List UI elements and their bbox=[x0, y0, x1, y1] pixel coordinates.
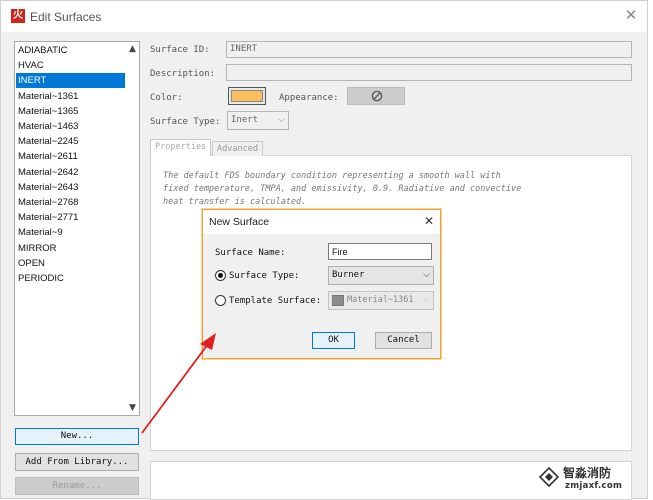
surface-list-item[interactable]: OPEN bbox=[16, 256, 125, 271]
surface-list-item[interactable]: Material~2611 bbox=[16, 149, 125, 164]
surface-id-label: Surface ID: bbox=[150, 45, 210, 55]
window-title: Edit Surfaces bbox=[30, 10, 102, 24]
ok-button[interactable]: OK bbox=[312, 332, 355, 349]
chevron-down-icon: ⌵ bbox=[423, 270, 430, 280]
color-label: Color: bbox=[150, 93, 183, 103]
surface-list-item[interactable]: Material~1365 bbox=[16, 104, 125, 119]
surface-name-label: Surface Name: bbox=[215, 248, 286, 258]
close-icon[interactable]: ✕ bbox=[623, 7, 639, 23]
chevron-down-icon: ⌵ bbox=[278, 115, 285, 125]
surface-list-item[interactable]: ADIABATIC bbox=[16, 43, 125, 58]
surface-list[interactable]: ▲ ▼ ADIABATIC HVAC INERT Material~1361 Mater… bbox=[14, 41, 140, 416]
surface-list-item[interactable]: Material~2643 bbox=[16, 180, 125, 195]
new-surface-dialog: New Surface ✕ Surface Name: Surface Type… bbox=[202, 209, 441, 359]
title-bar: 火 Edit Surfaces ✕ bbox=[1, 1, 647, 32]
add-from-library-button[interactable]: Add From Library... bbox=[15, 453, 139, 471]
rename-button[interactable]: Rename... bbox=[15, 477, 139, 495]
surface-list-item[interactable]: Material~9 bbox=[16, 225, 125, 240]
template-color-swatch bbox=[332, 295, 344, 306]
surface-list-item[interactable]: Material~2771 bbox=[16, 210, 125, 225]
chevron-down-icon: ⌵ bbox=[423, 295, 430, 305]
description-label: Description: bbox=[150, 69, 216, 79]
surface-list-item[interactable]: Material~1361 bbox=[16, 89, 125, 104]
dialog-surface-type-value: Burner bbox=[332, 270, 365, 280]
surface-list-item[interactable]: Material~1463 bbox=[16, 119, 125, 134]
app-icon: 火 bbox=[11, 9, 25, 23]
dialog-surface-type-select[interactable]: Burner ⌵ bbox=[328, 266, 434, 285]
surface-type-value: Inert bbox=[231, 115, 259, 125]
watermark-site: zmjaxf.com bbox=[565, 481, 623, 491]
surface-list-item[interactable]: HVAC bbox=[16, 58, 125, 73]
surface-list-item[interactable]: MIRROR bbox=[16, 241, 125, 256]
watermark: 智淼消防 zmjaxf.com bbox=[538, 464, 650, 494]
color-fill bbox=[231, 90, 263, 102]
template-surface-radio[interactable] bbox=[215, 295, 226, 306]
template-surface-value: Material~1361 bbox=[347, 295, 414, 305]
appearance-label: Appearance: bbox=[279, 93, 339, 103]
appearance-button[interactable] bbox=[347, 87, 405, 105]
cancel-button[interactable]: Cancel bbox=[375, 332, 432, 349]
surface-name-input[interactable] bbox=[328, 243, 432, 260]
description-field[interactable] bbox=[226, 64, 632, 81]
tab-properties[interactable]: Properties bbox=[150, 139, 212, 156]
dialog-title-bar: New Surface ✕ bbox=[203, 210, 440, 234]
scroll-down-icon[interactable]: ▼ bbox=[126, 402, 139, 415]
surface-list-item[interactable]: PERIODIC bbox=[16, 271, 125, 286]
surface-type-select[interactable]: Inert ⌵ bbox=[227, 111, 289, 130]
watermark-name: 智淼消防 bbox=[563, 466, 612, 480]
dialog-title: New Surface bbox=[209, 216, 270, 228]
surface-type-label: Surface Type: bbox=[150, 117, 221, 127]
surface-list-item[interactable]: Material~2768 bbox=[16, 195, 125, 210]
prohibited-icon bbox=[371, 90, 383, 102]
properties-description: The default FDS boundary condition repre… bbox=[163, 171, 522, 207]
surface-type-radio[interactable] bbox=[215, 270, 226, 281]
new-button[interactable]: New... bbox=[15, 428, 139, 445]
surface-list-item[interactable]: Material~2642 bbox=[16, 165, 125, 180]
template-surface-select[interactable]: Material~1361 ⌵ bbox=[328, 291, 434, 310]
surface-list-item[interactable]: Material~2245 bbox=[16, 134, 125, 149]
surface-list-item[interactable]: INERT bbox=[16, 73, 125, 89]
watermark-logo-icon bbox=[538, 466, 560, 488]
color-swatch-button[interactable] bbox=[228, 87, 266, 105]
tab-advanced[interactable]: Advanced bbox=[212, 141, 263, 156]
dialog-close-icon[interactable]: ✕ bbox=[422, 214, 436, 228]
scroll-up-icon[interactable]: ▲ bbox=[126, 43, 139, 56]
surface-type-radio-label[interactable]: Surface Type: bbox=[229, 271, 299, 281]
template-surface-radio-label[interactable]: Template Surface: bbox=[229, 296, 321, 306]
surface-id-field[interactable]: INERT bbox=[226, 41, 632, 58]
